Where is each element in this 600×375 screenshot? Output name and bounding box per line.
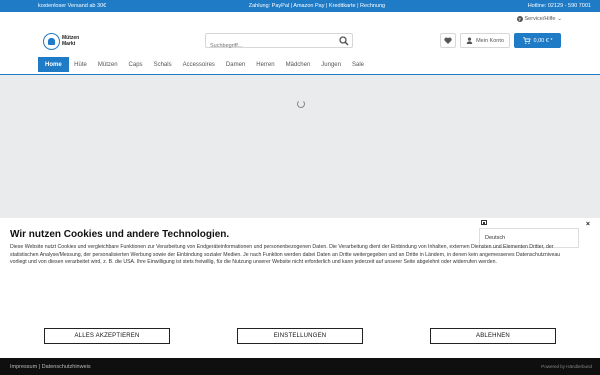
close-icon[interactable]: × xyxy=(586,221,590,228)
nav-item-maedchen[interactable]: Mädchen xyxy=(280,57,316,72)
nav-item-damen[interactable]: Damen xyxy=(220,57,250,72)
heart-icon xyxy=(444,37,452,44)
nav-item-jungen[interactable]: Jungen xyxy=(316,57,347,72)
service-help-menu[interactable]: ? Service/Hilfe ⌄ xyxy=(516,16,562,22)
nav-item-home[interactable]: Home xyxy=(38,57,69,72)
site-footer: Impressum | Datenschutzhinweis Powered b… xyxy=(0,358,600,375)
user-icon xyxy=(466,37,473,44)
nav-divider xyxy=(0,74,600,75)
wishlist-button[interactable] xyxy=(440,33,456,48)
nav-item-herren[interactable]: Herren xyxy=(251,57,280,72)
chevron-down-icon: ⌄ xyxy=(557,16,562,22)
shipping-info: kostenloser Versand ab 30€ xyxy=(38,3,107,9)
cart-total: 0,00 € * xyxy=(533,37,553,44)
main-navigation: Home Hüte Mützen Caps Schals Accessoires… xyxy=(38,57,370,72)
service-help-label: Service/Hilfe xyxy=(524,16,556,22)
top-info-bar: kostenloser Versand ab 30€ Zahlung: PayP… xyxy=(0,0,600,12)
settings-button[interactable]: EINSTELLUNGEN xyxy=(237,328,363,344)
logo-hat-icon xyxy=(43,33,60,50)
nav-item-huete[interactable]: Hüte xyxy=(69,57,93,72)
nav-item-schals[interactable]: Schals xyxy=(148,57,177,72)
logo-line-2: Markt xyxy=(62,40,76,47)
account-button[interactable]: Mein Konto xyxy=(460,33,510,48)
account-label: Mein Konto xyxy=(476,37,504,44)
nav-item-caps[interactable]: Caps xyxy=(123,57,148,72)
language-flag-icon xyxy=(481,220,487,225)
powered-by[interactable]: Powered by Händlerbund xyxy=(541,364,592,369)
nav-item-muetzen[interactable]: Mützen xyxy=(92,57,123,72)
cookie-consent-banner: Deutsch × Wir nutzen Cookies und andere … xyxy=(0,218,600,358)
cookie-title: Wir nutzen Cookies und andere Technologi… xyxy=(10,229,230,240)
nav-item-sale[interactable]: Sale xyxy=(346,57,369,72)
nav-item-accessoires[interactable]: Accessoires xyxy=(177,57,220,72)
footer-links[interactable]: Impressum | Datenschutzhinweis xyxy=(10,364,91,370)
shop-logo[interactable]: Mützen Markt xyxy=(43,33,79,50)
search-input[interactable] xyxy=(206,39,331,53)
loading-spinner-icon xyxy=(297,100,305,108)
accept-all-button[interactable]: ALLES AKZEPTIEREN xyxy=(44,328,170,344)
payment-info: Zahlung: PayPal | Amazon Pay | Kreditkar… xyxy=(248,3,386,9)
help-icon: ? xyxy=(516,16,523,22)
cart-icon xyxy=(522,37,531,44)
hotline-info: Hotline: 02129 - 590 7001 xyxy=(527,3,591,9)
search-box xyxy=(205,33,353,53)
search-icon[interactable] xyxy=(339,36,349,46)
cookie-description: Diese Website nutzt Cookies und vergleic… xyxy=(10,244,561,266)
reject-button[interactable]: ABLEHNEN xyxy=(430,328,556,344)
cart-button[interactable]: 0,00 € * xyxy=(514,33,561,48)
